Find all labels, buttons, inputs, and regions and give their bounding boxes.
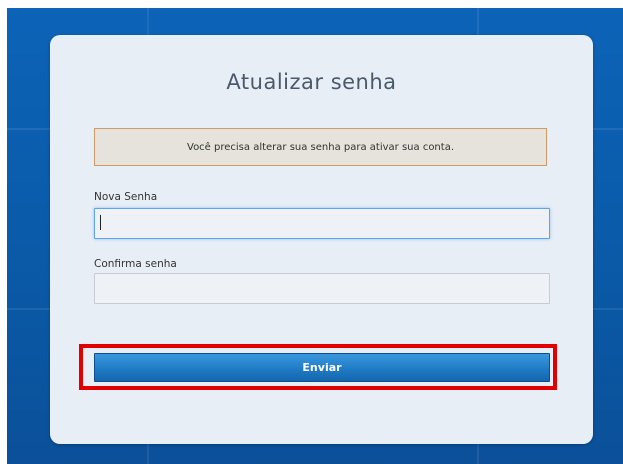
- alert-text: Você precisa alterar sua senha para ativ…: [187, 141, 454, 153]
- new-password-input[interactable]: [94, 208, 550, 239]
- new-password-label: Nova Senha: [94, 191, 158, 203]
- alert-message: Você precisa alterar sua senha para ativ…: [94, 128, 547, 166]
- text-cursor: [100, 215, 101, 230]
- confirm-password-label: Confirma senha: [94, 258, 177, 270]
- submit-button[interactable]: Enviar: [94, 353, 550, 382]
- page-title: Atualizar senha: [226, 70, 397, 94]
- confirm-password-input[interactable]: [94, 273, 550, 304]
